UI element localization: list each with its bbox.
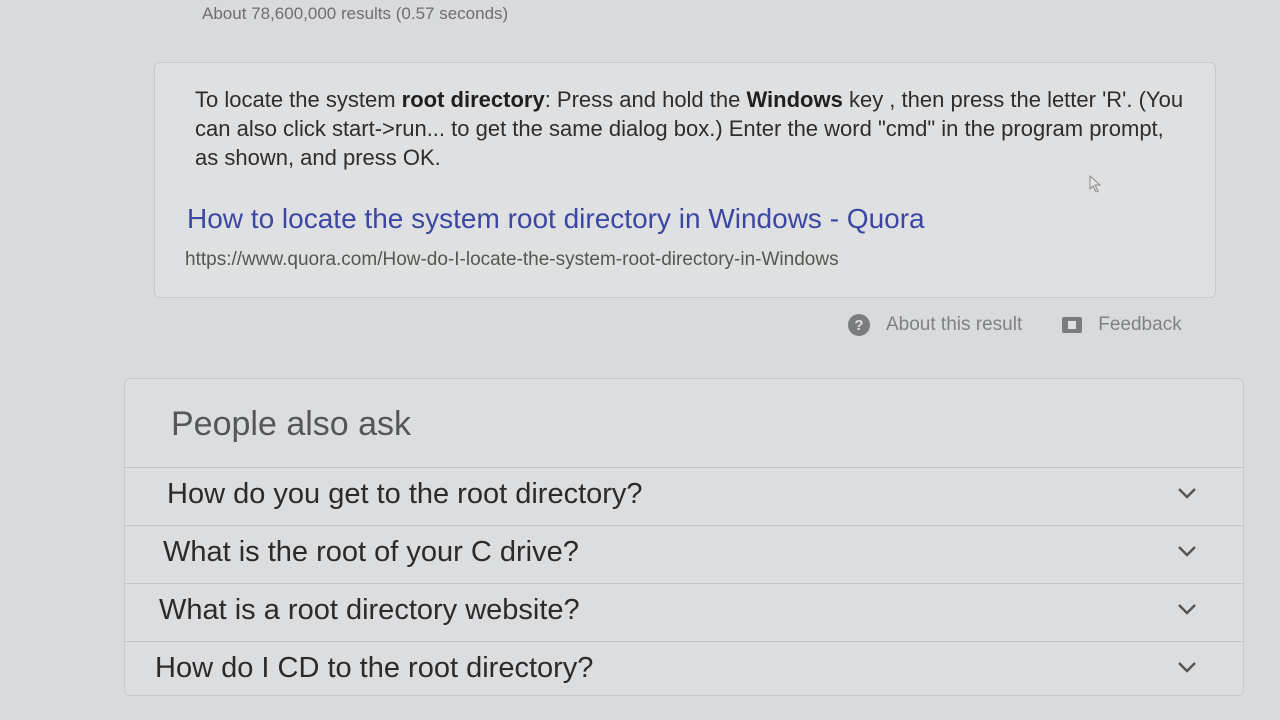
help-circle-icon[interactable]: ? — [848, 314, 870, 336]
mouse-cursor-icon — [1089, 175, 1102, 193]
about-this-result-link[interactable]: About this result — [886, 314, 1022, 336]
people-also-ask: People also ask How do you get to the ro… — [124, 378, 1244, 696]
snippet-text-bold: Windows — [746, 87, 843, 112]
chevron-down-icon[interactable] — [1177, 660, 1197, 674]
feedback-link[interactable]: Feedback — [1098, 314, 1181, 336]
featured-snippet: To locate the system root directory: Pre… — [154, 62, 1216, 298]
feedback-icon[interactable] — [1062, 317, 1083, 333]
paa-question-text: How do you get to the root directory? — [167, 478, 643, 510]
paa-question-text: What is the root of your C drive? — [163, 536, 579, 568]
about-feedback-row: ? About this result Feedback — [848, 314, 1182, 336]
snippet-text: To locate the system root directory: Pre… — [195, 85, 1185, 172]
result-url: https://www.quora.com/How-do-I-locate-th… — [185, 249, 839, 270]
paa-question-text: What is a root directory website? — [159, 594, 580, 626]
chevron-down-icon[interactable] — [1177, 602, 1197, 616]
paa-question-text: How do I CD to the root directory? — [155, 652, 594, 684]
people-also-ask-heading: People also ask — [171, 405, 412, 443]
paa-question-row[interactable]: How do I CD to the root directory? — [125, 641, 1243, 699]
snippet-text-part: : Press and hold the — [544, 87, 747, 112]
snippet-text-bold: root directory — [401, 87, 545, 112]
result-title-link[interactable]: How to locate the system root directory … — [187, 203, 925, 235]
chevron-down-icon[interactable] — [1177, 486, 1197, 500]
snippet-text-part: To locate the system — [195, 87, 402, 112]
paa-question-row[interactable]: What is the root of your C drive? — [125, 525, 1243, 583]
paa-question-row[interactable]: How do you get to the root directory? — [125, 467, 1243, 525]
result-stats: About 78,600,000 results (0.57 seconds) — [202, 4, 509, 23]
paa-question-row[interactable]: What is a root directory website? — [125, 583, 1243, 641]
chevron-down-icon[interactable] — [1177, 544, 1197, 558]
